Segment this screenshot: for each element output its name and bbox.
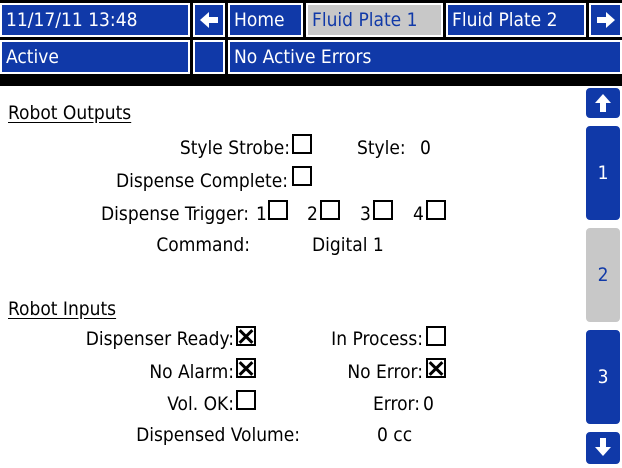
tab-fluid-plate-2[interactable]: Fluid Plate 2	[446, 3, 586, 37]
content-panel: Robot Outputs Style Strobe: Style: 0 Dis…	[0, 86, 584, 466]
left-arrow-icon[interactable]	[193, 3, 225, 37]
trigger-4-checkbox[interactable]	[426, 200, 446, 220]
style-strobe-label: Style Strobe:	[179, 137, 290, 159]
dispensed-volume-value: 0 cc	[377, 424, 413, 446]
trigger-3-checkbox[interactable]	[373, 200, 393, 220]
dispense-complete-label: Dispense Complete:	[115, 170, 288, 192]
dispense-complete-checkbox[interactable]	[292, 166, 312, 186]
no-alarm-label: No Alarm:	[149, 361, 234, 383]
side-nav: 1 2 3	[584, 86, 622, 466]
trigger-1-label: 1	[256, 203, 267, 225]
in-process-checkbox	[426, 326, 446, 346]
trigger-4-label: 4	[413, 203, 424, 225]
status-mode: Active	[0, 40, 190, 74]
dispenser-ready-checkbox	[236, 326, 256, 346]
status-indicator	[193, 40, 225, 74]
trigger-2-label: 2	[307, 203, 318, 225]
side-page-2[interactable]: 2	[584, 226, 622, 324]
error-value: 0	[423, 393, 434, 415]
side-page-3[interactable]: 3	[584, 328, 622, 426]
dispensed-volume-label: Dispensed Volume:	[136, 424, 300, 446]
robot-inputs-title: Robot Inputs	[8, 298, 117, 320]
tab-home[interactable]: Home	[228, 3, 303, 37]
dispenser-ready-label: Dispenser Ready:	[85, 328, 234, 350]
side-page-1[interactable]: 1	[584, 124, 622, 222]
tab-fluid-plate-1[interactable]: Fluid Plate 1	[306, 3, 443, 37]
down-arrow-icon[interactable]	[584, 430, 622, 466]
up-arrow-icon[interactable]	[584, 86, 622, 120]
status-bar: Active No Active Errors	[0, 40, 622, 76]
status-errors: No Active Errors	[228, 40, 622, 74]
robot-outputs-title: Robot Outputs	[8, 102, 132, 124]
trigger-1-checkbox[interactable]	[268, 200, 288, 220]
datetime: 11/17/11 13:48	[0, 3, 190, 37]
trigger-2-checkbox[interactable]	[320, 200, 340, 220]
no-error-label: No Error:	[347, 361, 423, 383]
style-value: 0	[420, 137, 431, 159]
right-arrow-icon[interactable]	[589, 3, 622, 37]
no-alarm-checkbox	[236, 358, 256, 378]
vol-ok-label: Vol. OK:	[167, 393, 234, 415]
style-label: Style:	[357, 137, 406, 159]
command-value: Digital 1	[312, 234, 384, 256]
in-process-label: In Process:	[331, 328, 423, 350]
no-error-checkbox	[426, 358, 446, 378]
header-bar: 11/17/11 13:48 Home Fluid Plate 1 Fluid …	[0, 0, 622, 37]
style-strobe-checkbox[interactable]	[292, 134, 312, 154]
screen: 11/17/11 13:48 Home Fluid Plate 1 Fluid …	[0, 0, 622, 466]
command-label: Command:	[156, 234, 250, 256]
error-label: Error:	[373, 393, 420, 415]
vol-ok-checkbox	[236, 390, 256, 410]
trigger-3-label: 3	[360, 203, 371, 225]
dispense-trigger-label: Dispense Trigger:	[101, 203, 249, 225]
